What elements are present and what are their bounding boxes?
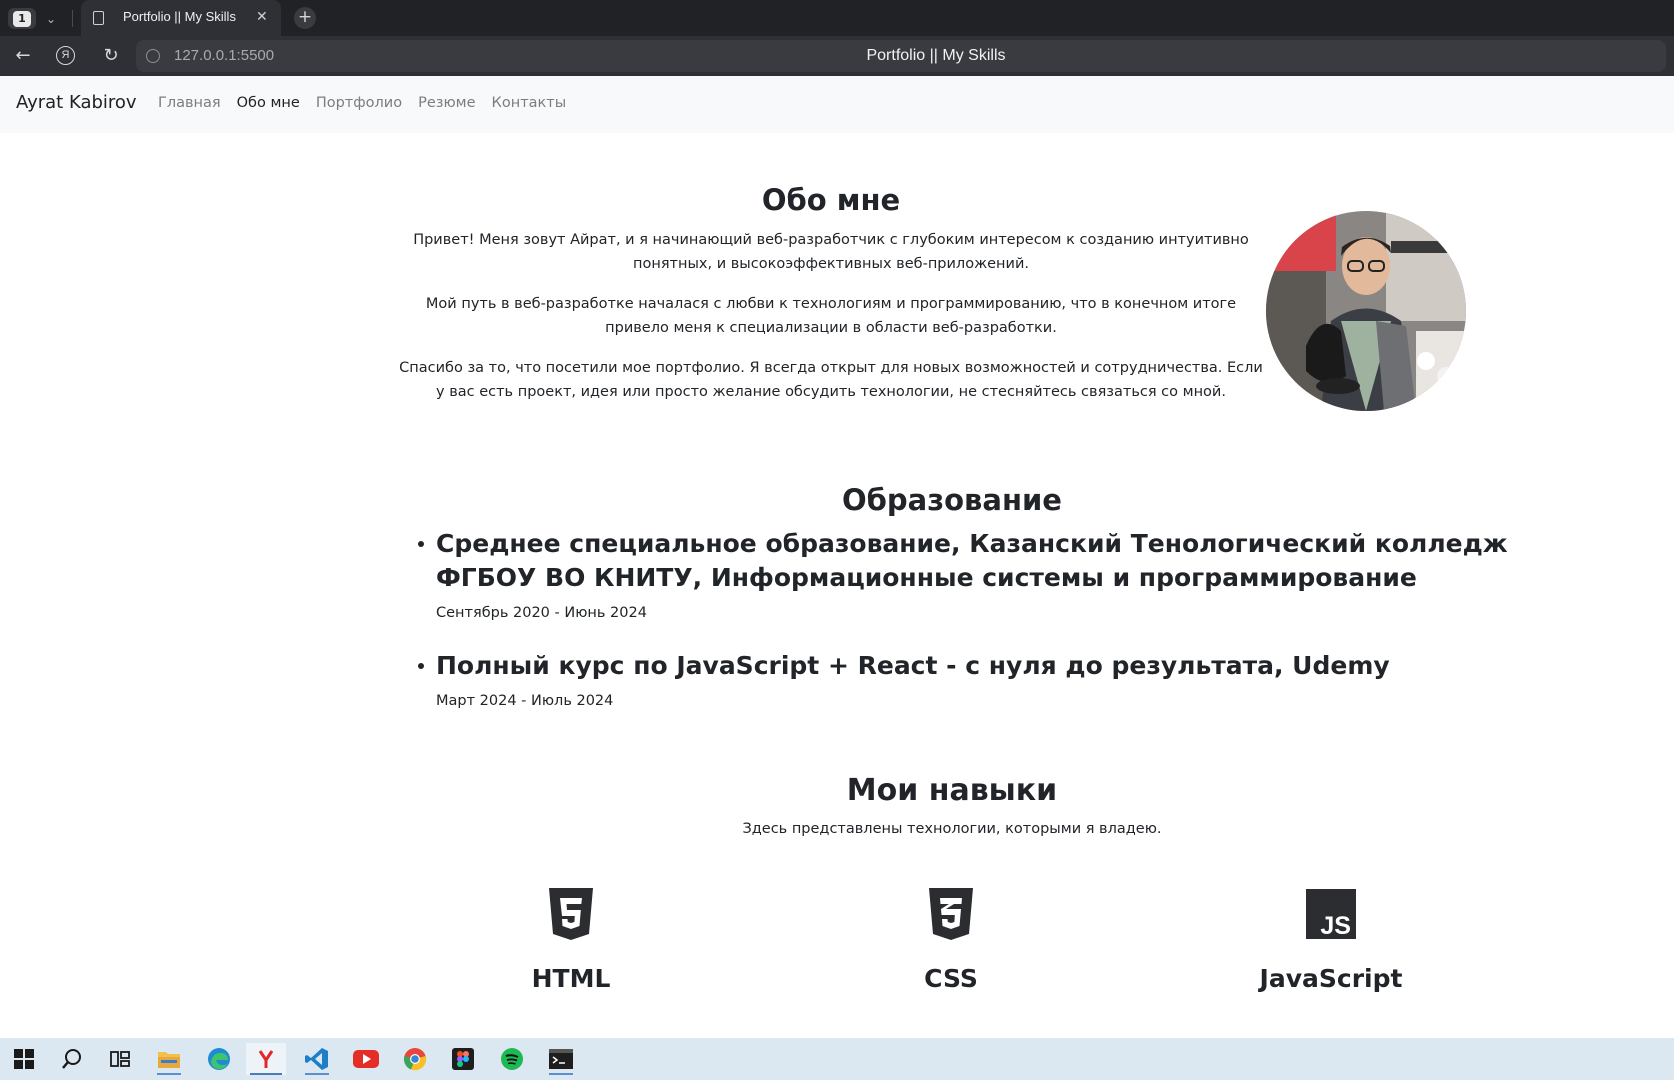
chrome-icon[interactable] [395, 1043, 435, 1075]
skill-card-html: HTML [451, 888, 691, 993]
education-date: Сентябрь 2020 - Июнь 2024 [436, 605, 647, 621]
tab-divider [72, 10, 73, 27]
bullet [418, 663, 424, 669]
education-list: Среднее специальное образование, Казанск… [418, 527, 1518, 723]
start-icon[interactable] [4, 1043, 44, 1075]
list-item: Среднее специальное образование, Казанск… [418, 527, 1518, 623]
tab-title: Portfolio || My Skills [123, 9, 236, 24]
back-icon[interactable]: ← [10, 44, 36, 68]
yandex-browser-icon[interactable] [246, 1043, 286, 1075]
brand-link[interactable]: Ayrat Kabirov [16, 92, 137, 113]
edge-icon[interactable] [199, 1043, 239, 1075]
css3-icon [926, 888, 976, 940]
search-icon[interactable] [52, 1043, 92, 1075]
nav-link-contacts[interactable]: Контакты [492, 95, 567, 111]
main-content: Обо мне Привет! Меня зовут Айрат, и я на… [0, 133, 1674, 1038]
new-tab-button[interactable]: + [294, 7, 316, 29]
chevron-down-icon[interactable]: ⌄ [40, 9, 62, 29]
education-title: Полный курс по JavaScript + React - с ну… [436, 651, 1390, 680]
terminal-icon[interactable] [541, 1043, 581, 1075]
skill-label: JavaScript [1259, 964, 1403, 993]
nav-link-about[interactable]: Обо мне [237, 95, 300, 111]
nav-link-portfolio[interactable]: Портфолио [316, 95, 402, 111]
education-title: Среднее специальное образование, Казанск… [436, 529, 1508, 592]
education-date: Март 2024 - Июль 2024 [436, 693, 614, 709]
document-icon [93, 11, 104, 25]
about-paragraph: Мой путь в веб-разработке началася с люб… [425, 296, 1237, 336]
nav-link-home[interactable]: Главная [158, 95, 221, 111]
tab-count: 1 [13, 10, 31, 27]
page-title-display: Portfolio || My Skills [866, 47, 1006, 64]
nav-link-resume[interactable]: Резюме [418, 95, 475, 111]
skill-card-javascript: JS JavaScript [1211, 888, 1451, 993]
education-heading: Образование [842, 483, 1062, 517]
about-paragraph: Привет! Меня зовут Айрат, и я начинающий… [413, 232, 1249, 272]
about-text: Привет! Меня зовут Айрат, и я начинающий… [398, 228, 1264, 420]
figma-icon[interactable] [443, 1043, 483, 1075]
browser-toolbar: ← Я ↻ 127.0.0.1:5500 Portfolio || My Ski… [0, 36, 1674, 76]
html5-icon [546, 888, 596, 940]
skill-label: HTML [531, 964, 611, 993]
skills-heading: Мои навыки [846, 773, 1058, 808]
about-paragraph: Спасибо за то, что посетили мое портфоли… [399, 360, 1263, 400]
skills-subtitle: Здесь представлены технологии, которыми … [742, 821, 1162, 837]
js-badge-text: JS [1320, 912, 1351, 940]
browser-tab[interactable]: Portfolio || My Skills ✕ [81, 0, 281, 36]
file-explorer-icon[interactable] [149, 1043, 189, 1075]
address-bar[interactable]: 127.0.0.1:5500 Portfolio || My Skills [136, 40, 1666, 72]
about-heading: Обо мне [761, 183, 901, 217]
avatar-photo [1266, 211, 1466, 411]
vscode-icon[interactable] [297, 1043, 337, 1075]
skill-label: CSS [924, 964, 978, 993]
os-taskbar [0, 1038, 1674, 1080]
nav-links: Главная Обо мне Портфолио Резюме Контакт… [158, 95, 582, 111]
close-icon[interactable]: ✕ [256, 8, 268, 26]
browser-tab-strip: 1 ⌄ Portfolio || My Skills ✕ + [0, 0, 1674, 36]
bullet [418, 541, 424, 547]
javascript-icon: JS [1306, 888, 1356, 940]
tab-counter-button[interactable]: 1 [8, 8, 36, 29]
youtube-icon[interactable] [346, 1043, 386, 1075]
site-navbar: Ayrat Kabirov Главная Обо мне Портфолио … [0, 76, 1674, 133]
list-item: Полный курс по JavaScript + React - с ну… [418, 649, 1518, 711]
task-view-icon[interactable] [100, 1043, 140, 1075]
skill-card-css: CSS [831, 888, 1071, 993]
yandex-icon[interactable]: Я [56, 46, 75, 65]
reload-icon[interactable]: ↻ [98, 44, 124, 68]
spotify-icon[interactable] [492, 1043, 532, 1075]
